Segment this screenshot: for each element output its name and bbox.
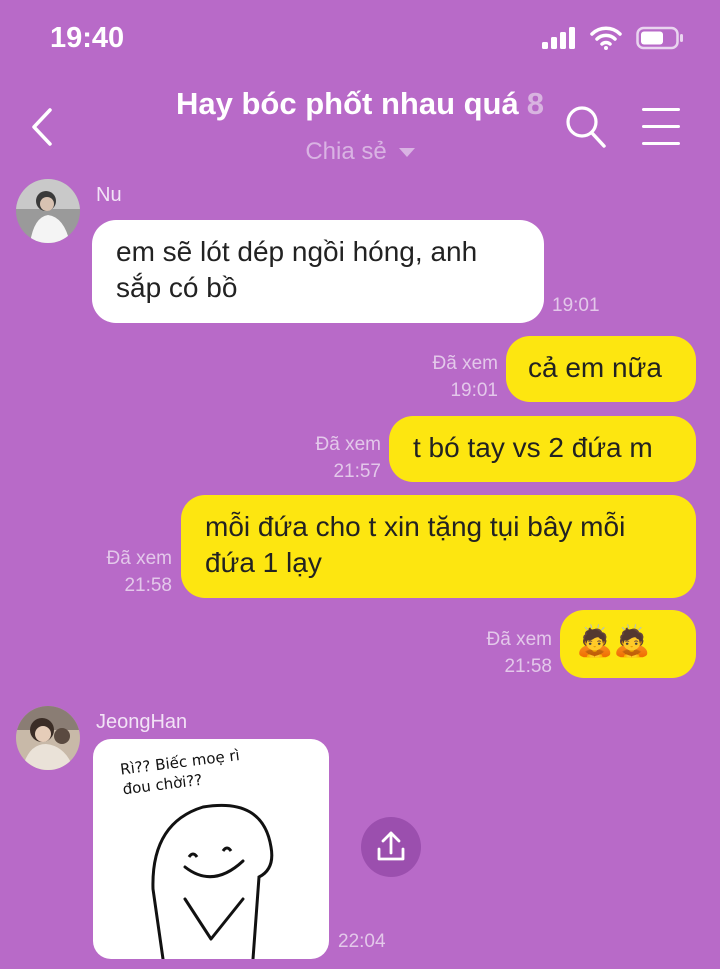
share-icon [377, 831, 405, 861]
message-bubble[interactable]: t bó tay vs 2 đứa m [389, 416, 696, 482]
status-icons [542, 26, 684, 50]
message-bubble[interactable]: mỗi đứa cho t xin tặng tụi bây mỗi đứa 1… [181, 495, 696, 598]
message-time: 22:04 [338, 931, 386, 952]
menu-icon [642, 108, 680, 111]
read-status: Đã xem [315, 434, 381, 455]
read-status: Đã xem [106, 548, 172, 569]
avatar-photo [16, 179, 80, 243]
message-time: 19:01 [552, 295, 600, 316]
message-bubble[interactable]: cả em nữa [506, 336, 696, 402]
member-count: 8 [526, 86, 544, 121]
read-status: Đã xem [486, 629, 552, 650]
search-icon [566, 106, 606, 148]
wifi-icon [590, 26, 622, 50]
message-meta: Đã xem 21:58 [107, 545, 172, 599]
chat-subtitle-dropdown[interactable]: Chia sẻ [0, 138, 720, 166]
sticker-drawing [151, 803, 274, 959]
emoji-message-bubble[interactable]: 🙇🙇 [560, 610, 696, 678]
message-bubble[interactable]: em sẽ lót dép ngồi hóng, anh sắp có bồ [92, 220, 544, 323]
signal-icon [542, 27, 575, 49]
menu-button[interactable] [642, 106, 682, 146]
chat-title[interactable]: Hay bóc phốt nhau quá 8 [0, 86, 720, 122]
message-meta: Đã xem 19:01 [433, 350, 498, 404]
avatar-jeonghan[interactable] [16, 706, 80, 770]
message-meta: Đã xem 21:58 [487, 626, 552, 680]
battery-icon [636, 26, 683, 50]
search-button[interactable] [564, 104, 608, 150]
avatar-photo [16, 706, 80, 770]
share-button[interactable] [361, 817, 421, 877]
caret-down-icon [398, 148, 415, 158]
message-meta: Đã xem 21:57 [316, 431, 381, 485]
message-time: 21:58 [124, 575, 172, 596]
sender-name: Nu [96, 184, 122, 206]
chat-subtitle: Chia sẻ [305, 138, 387, 165]
status-time: 19:40 [50, 22, 125, 54]
message-time: 21:57 [333, 461, 381, 482]
read-status: Đã xem [432, 353, 498, 374]
chat-title-text: Hay bóc phốt nhau quá [176, 86, 519, 121]
message-time: 19:01 [450, 380, 498, 401]
sticker-message[interactable]: Rì?? Biếc moẹ rì đou chời?? [93, 739, 329, 959]
message-time: 21:58 [504, 656, 552, 677]
sender-name: JeongHan [96, 711, 188, 733]
avatar-nu[interactable] [16, 179, 80, 243]
